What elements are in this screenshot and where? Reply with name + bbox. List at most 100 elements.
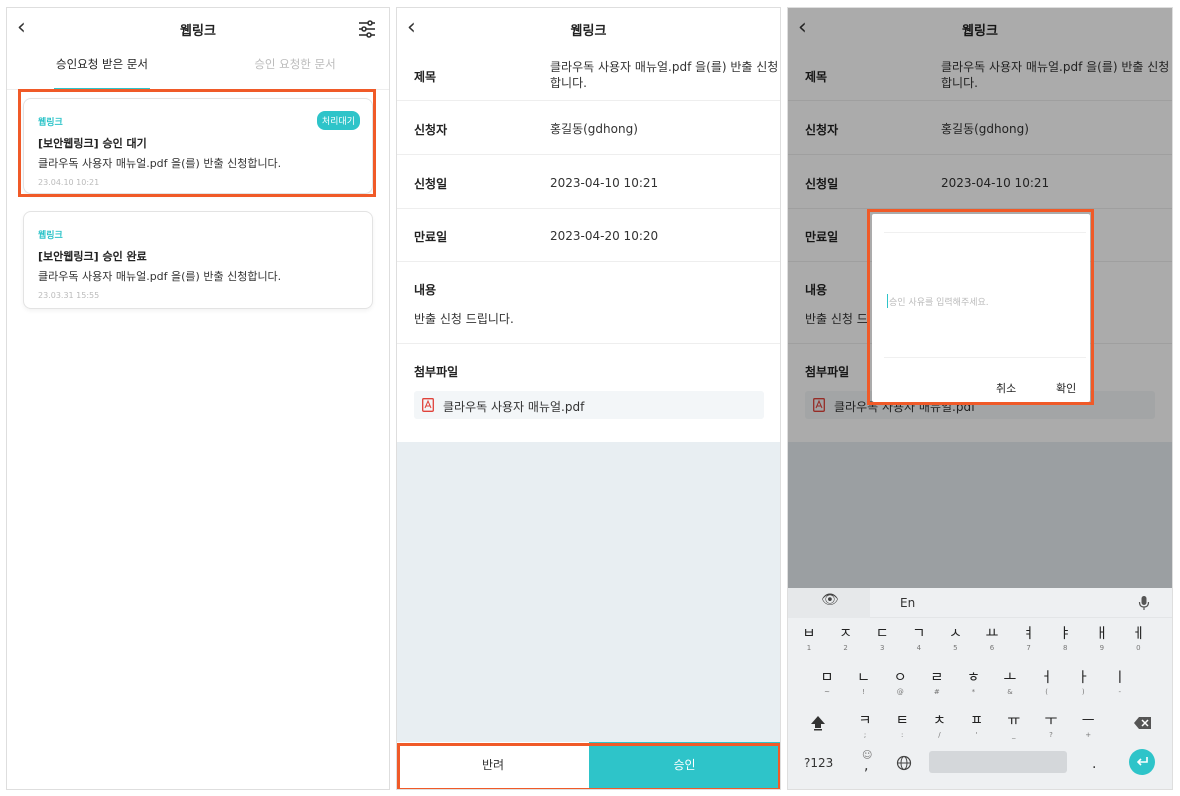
applicant-label: 신청자 bbox=[414, 123, 448, 137]
expire-date-label: 만료일 bbox=[414, 230, 448, 244]
key-glyph: ㄹ bbox=[930, 670, 944, 686]
filter-icon[interactable] bbox=[357, 19, 377, 39]
keyboard-key[interactable]: ㅏ) bbox=[1066, 669, 1100, 697]
subject-row: 제목 클라우독 사용자 매뉴얼.pdf 을(를) 반출 신청 합니다. bbox=[397, 50, 780, 101]
key-subscript: ~ bbox=[824, 688, 830, 696]
card-title: [보안웹링크] 승인 완료 bbox=[38, 250, 147, 263]
content-label: 내용 bbox=[414, 283, 437, 297]
key-glyph: ㅔ bbox=[1131, 626, 1145, 642]
key-glyph: ㅁ bbox=[820, 670, 834, 686]
applicant-value: 홍길동(gdhong) bbox=[550, 122, 638, 136]
keyboard-key[interactable]: ㅠ _ bbox=[997, 712, 1031, 740]
keyboard-key[interactable]: ㅔ0 bbox=[1121, 625, 1155, 653]
key-glyph: ㅠ bbox=[1007, 713, 1021, 729]
microphone-icon[interactable] bbox=[1138, 595, 1150, 611]
key-subscript: / bbox=[938, 731, 941, 739]
handwriting-icon: 👁︎ bbox=[821, 592, 839, 608]
key-glyph: ㄱ bbox=[912, 626, 926, 642]
keyboard-key[interactable]: ㅐ9 bbox=[1085, 625, 1119, 653]
keyboard-key[interactable]: ㅅ5 bbox=[938, 625, 972, 653]
key-subscript: 6 bbox=[989, 644, 995, 652]
keyboard-key[interactable]: ㅋ; bbox=[848, 712, 882, 740]
key-subscript: ? bbox=[1049, 731, 1053, 739]
keyboard-key[interactable]: ㅁ ~ bbox=[810, 669, 844, 697]
attachment-name: 클라우독 사용자 매뉴얼.pdf bbox=[443, 400, 585, 414]
period-key[interactable]: . bbox=[1092, 756, 1096, 772]
key-glyph: ㅗ bbox=[1003, 670, 1017, 686]
keyboard-key[interactable]: ㅎ * bbox=[956, 669, 990, 697]
key-subscript: ) bbox=[1081, 688, 1085, 696]
list-item[interactable]: 웹링크 [보안웹링크] 승인 완료 클라우독 사용자 매뉴얼.pdf 을(를) … bbox=[23, 211, 373, 309]
approval-detail-screen: ‹ 웹링크 제목 클라우독 사용자 매뉴얼.pdf 을(를) 반출 신청 합니다… bbox=[396, 7, 781, 790]
key-subscript: : bbox=[901, 731, 904, 739]
highlight-box bbox=[867, 209, 1094, 405]
keyboard-key[interactable]: ㄱ4 bbox=[902, 625, 936, 653]
keyboard-key[interactable]: ㅛ6 bbox=[975, 625, 1009, 653]
keyboard-key[interactable]: ㅈ2 bbox=[829, 625, 863, 653]
backspace-icon[interactable] bbox=[1133, 715, 1153, 731]
keyboard-key[interactable]: ㅜ? bbox=[1034, 712, 1068, 740]
enter-icon bbox=[1136, 757, 1148, 766]
keyboard-key[interactable]: ㄷ3 bbox=[865, 625, 899, 653]
key-subscript: 7 bbox=[1026, 644, 1031, 652]
keyboard-key[interactable]: ㅊ / bbox=[922, 712, 956, 740]
keyboard-toolbar: 👁︎ En bbox=[788, 588, 1172, 618]
keyboard-key[interactable]: ㄴ! bbox=[847, 669, 881, 697]
key-subscript: ! bbox=[862, 688, 865, 696]
keyboard-key[interactable]: ㅑ8 bbox=[1048, 625, 1082, 653]
key-subscript: ; bbox=[863, 731, 867, 739]
symbols-key[interactable]: ?123 bbox=[804, 756, 833, 770]
key-subscript: & bbox=[1007, 688, 1013, 696]
key-glyph: ㅊ bbox=[932, 713, 946, 729]
header: ‹ 웹링크 bbox=[7, 8, 389, 50]
key-glyph: ㅛ bbox=[985, 626, 999, 642]
key-subscript: @ bbox=[896, 688, 904, 696]
attachment-item[interactable]: 클라우독 사용자 매뉴얼.pdf bbox=[414, 391, 764, 419]
key-glyph: ㅂ bbox=[802, 626, 816, 642]
keyboard-key[interactable]: ㄹ # bbox=[920, 669, 954, 697]
enter-key[interactable] bbox=[1129, 749, 1155, 775]
keyboard-key[interactable]: ㅌ: bbox=[885, 712, 919, 740]
card-body: 클라우독 사용자 매뉴얼.pdf 을(를) 반출 신청합니다. bbox=[38, 270, 282, 283]
expire-date-value: 2023-04-20 10:20 bbox=[550, 229, 659, 243]
key-glyph: ㅕ bbox=[1022, 626, 1036, 642]
globe-icon[interactable] bbox=[896, 755, 912, 771]
tab-requested[interactable]: 승인 요청한 문서 bbox=[247, 54, 343, 90]
keyboard-key[interactable]: ㅕ7 bbox=[1012, 625, 1046, 653]
key-subscript: 8 bbox=[1062, 644, 1068, 652]
key-glyph: ㅐ bbox=[1095, 626, 1109, 642]
key-subscript: ( bbox=[1045, 688, 1048, 696]
keyboard-key[interactable]: ㅣ- bbox=[1103, 669, 1137, 697]
keyboard-key[interactable]: ㅓ( bbox=[1030, 669, 1064, 697]
key-glyph: ㅍ bbox=[970, 713, 984, 729]
card-date: 23.03.31 15:55 bbox=[38, 291, 100, 300]
applied-date-value: 2023-04-10 10:21 bbox=[550, 176, 659, 190]
content-row: 내용 반출 신청 드립니다. bbox=[397, 262, 780, 344]
key-subscript: 2 bbox=[843, 644, 848, 652]
approval-list-screen: ‹ 웹링크 승인요청 받은 문서 승인 요청한 문서 웹링크 처리대기 [보안웹… bbox=[6, 7, 390, 790]
key-glyph: ㅡ bbox=[1081, 713, 1095, 729]
shift-icon[interactable] bbox=[809, 714, 827, 732]
keyboard-key[interactable]: ㅗ & bbox=[993, 669, 1027, 697]
key-glyph: ㅇ bbox=[893, 670, 907, 686]
key-subscript: 9 bbox=[1099, 644, 1105, 652]
key-subscript: + bbox=[1085, 731, 1092, 739]
language-key[interactable]: En bbox=[900, 596, 915, 610]
key-glyph: ㅅ bbox=[948, 626, 962, 642]
subject-line1: 클라우독 사용자 매뉴얼.pdf 을(를) 반출 신청 bbox=[550, 60, 779, 74]
key-glyph: ㅈ bbox=[839, 626, 853, 642]
space-key[interactable] bbox=[929, 751, 1067, 773]
keyboard-key[interactable]: ㅍ ' bbox=[960, 712, 994, 740]
attachment-label: 첨부파일 bbox=[414, 365, 459, 379]
key-glyph: ㅣ bbox=[1113, 670, 1127, 686]
keyboard-key[interactable]: ㅡ + bbox=[1071, 712, 1105, 740]
on-screen-keyboard: 👁︎ En ㅂ1ㅈ2ㄷ3ㄱ4ㅅ5ㅛ6ㅕ7ㅑ8ㅐ9ㅔ0 ㅁ ~ ㄴ! ㅇ @ ㄹ # ㅎ * ㅗ & ㅓ… bbox=[788, 588, 1172, 789]
subject-line2: 합니다. bbox=[550, 76, 587, 90]
tab-received[interactable]: 승인요청 받은 문서 bbox=[54, 54, 150, 90]
key-subscript: ' bbox=[975, 731, 978, 739]
keyboard-key[interactable]: ㅇ @ bbox=[883, 669, 917, 697]
key-subscript: 5 bbox=[953, 644, 958, 652]
comma-key[interactable]: , bbox=[864, 758, 868, 774]
page-title: 웹링크 bbox=[570, 24, 607, 39]
keyboard-key[interactable]: ㅂ1 bbox=[792, 625, 826, 653]
